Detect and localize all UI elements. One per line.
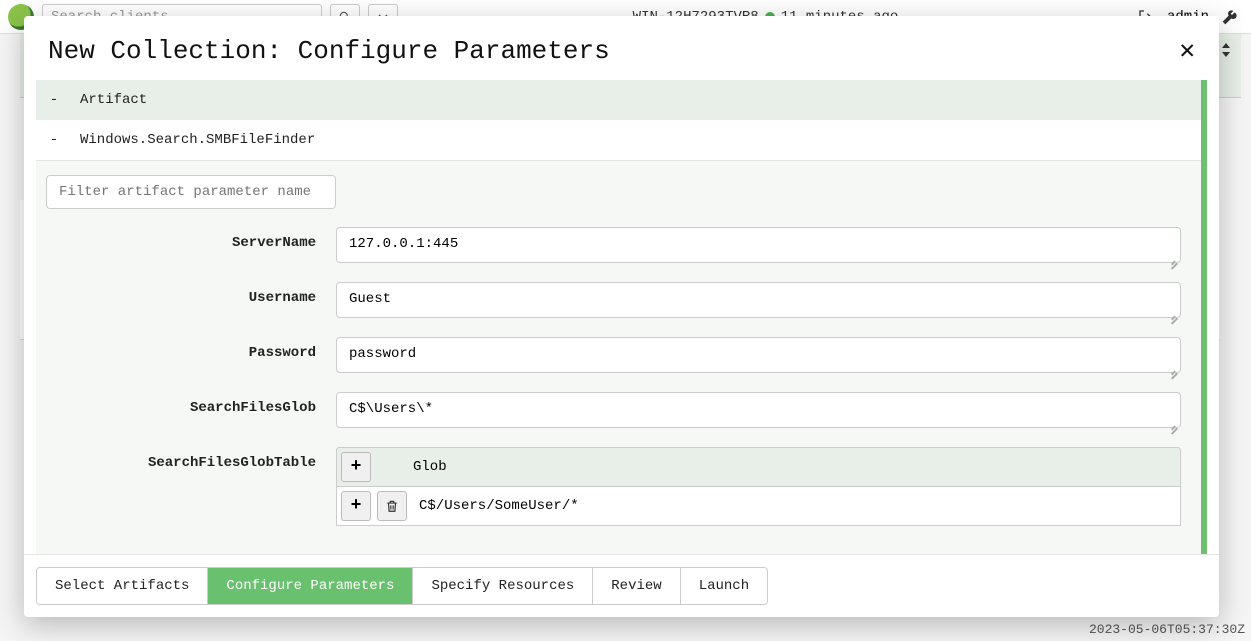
tab-specify-resources[interactable]: Specify Resources — [413, 568, 593, 604]
param-label: SearchFilesGlobTable — [46, 447, 336, 471]
close-button[interactable]: ✕ — [1179, 38, 1195, 64]
username-input[interactable] — [336, 282, 1181, 318]
new-collection-modal: New Collection: Configure Parameters ✕ -… — [24, 16, 1219, 617]
param-row-searchfilesglobtable: SearchFilesGlobTable + Glob + — [46, 447, 1191, 526]
tab-launch[interactable]: Launch — [681, 568, 767, 604]
modal-title: New Collection: Configure Parameters — [48, 36, 610, 66]
add-row-button[interactable]: + — [341, 491, 371, 521]
plus-icon: + — [351, 496, 362, 516]
param-row-servername: ServerName — [46, 227, 1191, 268]
add-row-button[interactable]: + — [341, 452, 371, 482]
glob-column-header: Glob — [383, 459, 447, 475]
close-icon: ✕ — [1179, 36, 1195, 66]
glob-table-row: + C$/Users/SomeUser/* — [336, 487, 1181, 526]
param-row-searchfilesglob: SearchFilesGlob — [46, 392, 1191, 433]
plus-icon: + — [351, 457, 362, 477]
wizard-step-tabs: Select Artifacts Configure Parameters Sp… — [36, 567, 768, 605]
param-label: Password — [46, 337, 336, 361]
param-label: SearchFilesGlob — [46, 392, 336, 416]
collapse-icon: - — [48, 92, 60, 108]
artifact-name-row[interactable]: - Windows.Search.SMBFileFinder — [36, 120, 1201, 161]
artifact-header-label: Artifact — [80, 92, 147, 108]
modal-header: New Collection: Configure Parameters ✕ — [24, 16, 1219, 80]
param-label: Username — [46, 282, 336, 306]
glob-table: + Glob + C$/User — [336, 447, 1181, 526]
delete-row-button[interactable] — [377, 491, 407, 521]
modal-scroll-area[interactable]: - Artifact - Windows.Search.SMBFileFinde… — [36, 80, 1207, 554]
tab-configure-parameters[interactable]: Configure Parameters — [208, 568, 413, 604]
param-row-password: Password — [46, 337, 1191, 378]
artifact-header-row[interactable]: - Artifact — [36, 80, 1201, 120]
servername-input[interactable] — [336, 227, 1181, 263]
filter-parameter-input[interactable] — [46, 175, 336, 209]
modal-body: - Artifact - Windows.Search.SMBFileFinde… — [24, 80, 1219, 554]
searchfilesglob-input[interactable] — [336, 392, 1181, 428]
trash-icon — [385, 499, 399, 513]
glob-row-value[interactable]: C$/Users/SomeUser/* — [413, 498, 579, 514]
modal-overlay: New Collection: Configure Parameters ✕ -… — [0, 0, 1251, 641]
tab-review[interactable]: Review — [593, 568, 680, 604]
collapse-icon: - — [48, 132, 60, 148]
modal-footer: Select Artifacts Configure Parameters Sp… — [24, 554, 1219, 617]
artifact-name: Windows.Search.SMBFileFinder — [80, 132, 315, 148]
glob-table-header: + Glob — [336, 447, 1181, 487]
parameter-area: ServerName Username — [36, 161, 1201, 554]
param-row-username: Username — [46, 282, 1191, 323]
tab-select-artifacts[interactable]: Select Artifacts — [37, 568, 208, 604]
password-input[interactable] — [336, 337, 1181, 373]
param-label: ServerName — [46, 227, 336, 251]
